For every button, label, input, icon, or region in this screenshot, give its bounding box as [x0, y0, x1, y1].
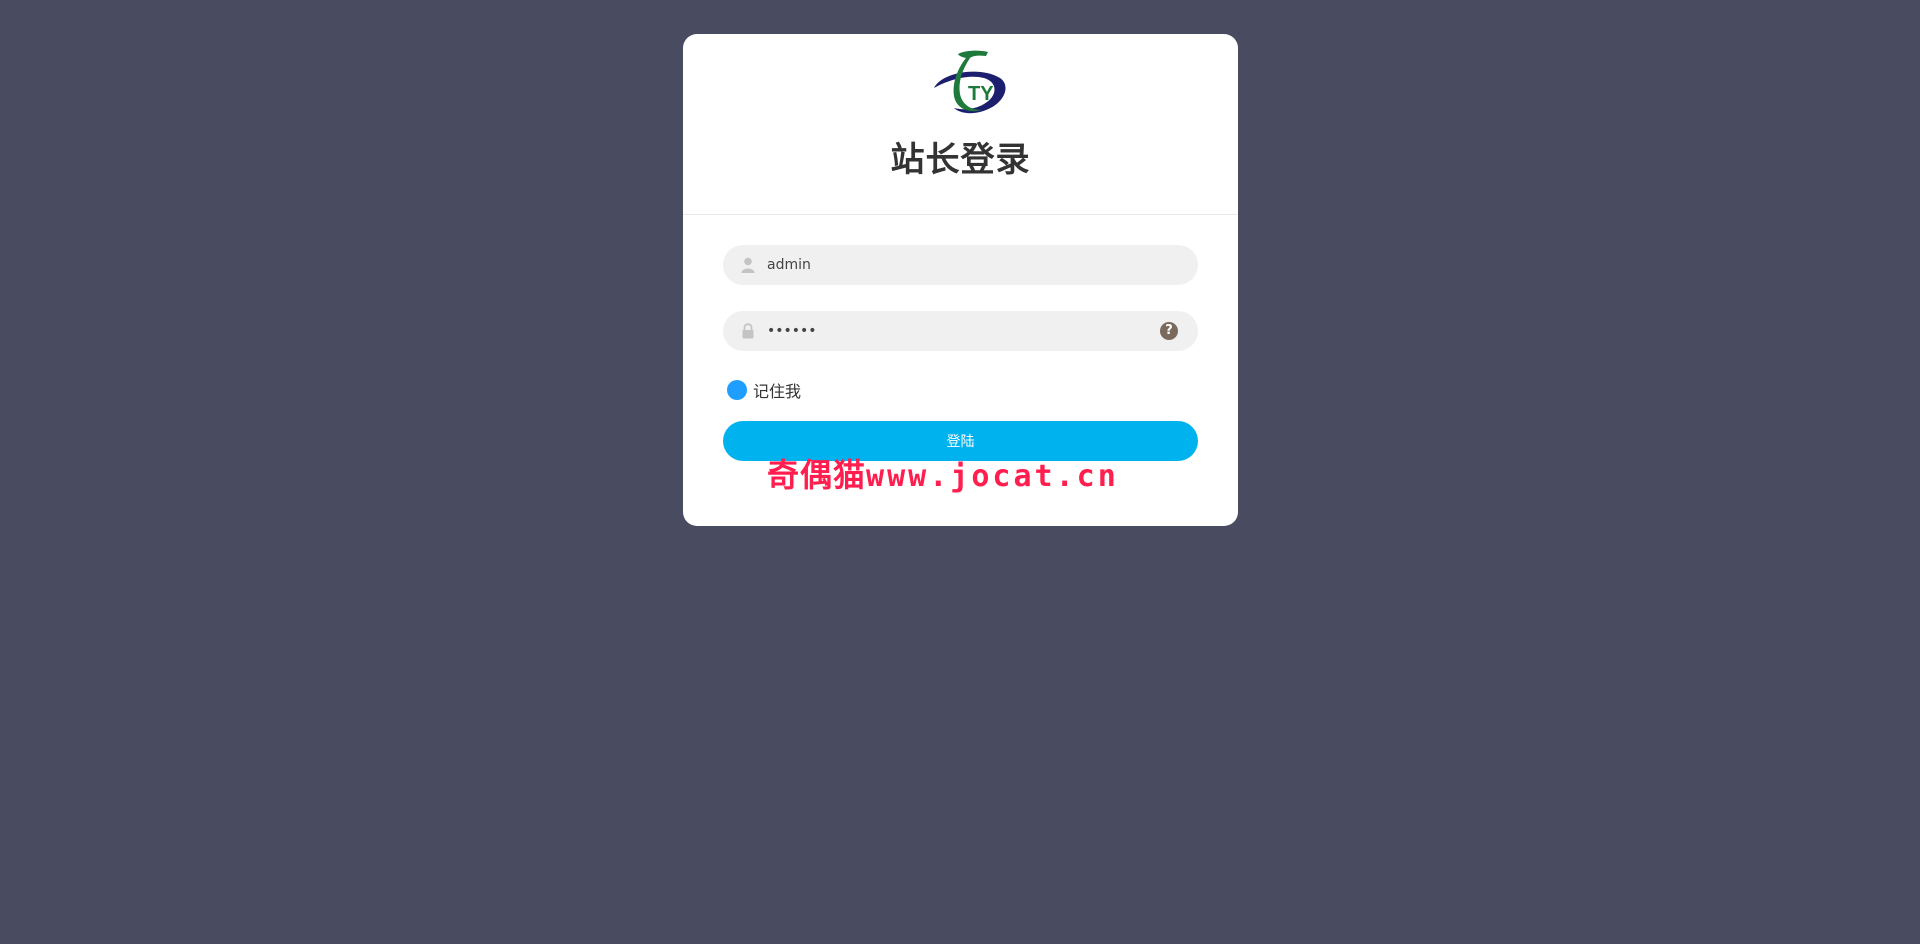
username-field[interactable]	[723, 245, 1198, 285]
watermark-cn: 奇偶猫	[767, 456, 867, 494]
login-header: TY 站长登录	[683, 34, 1238, 215]
username-input[interactable]	[767, 245, 1147, 285]
question-circle-icon[interactable]: ?	[1160, 322, 1178, 340]
login-card: TY 站长登录 ? 记住我 登陆 奇偶猫www.jocat.cn	[683, 34, 1238, 526]
remember-me-checkbox[interactable]: 记住我	[727, 379, 801, 401]
password-input[interactable]	[767, 311, 1147, 351]
watermark-url: www.jocat.cn	[866, 459, 1119, 494]
remember-radio-icon[interactable]	[727, 380, 747, 400]
ty-logo: TY	[934, 50, 1006, 114]
user-icon	[741, 257, 755, 273]
remember-me-label: 记住我	[753, 382, 802, 401]
page-title: 站长登录	[890, 140, 1031, 180]
watermark: 奇偶猫www.jocat.cn	[767, 450, 1119, 496]
logo-text: TY	[968, 83, 994, 105]
lock-icon	[742, 323, 754, 339]
password-field[interactable]: ?	[723, 311, 1198, 351]
